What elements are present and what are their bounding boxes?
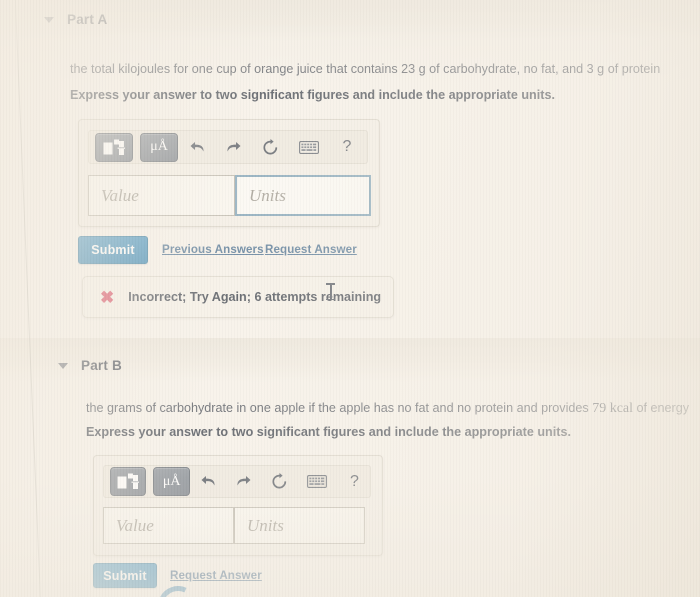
part-b-question-before: the grams of carbohydrate in one apple i… xyxy=(86,401,593,415)
part-a-question: the total kilojoules for one cup of oran… xyxy=(70,62,661,76)
part-b-units-input[interactable]: Units xyxy=(234,507,365,544)
part-a-previous-answers-link[interactable]: Previous Answers xyxy=(162,243,264,256)
part-a-toolbar: μÅ ? xyxy=(88,130,368,164)
part-a-header[interactable]: Part A xyxy=(44,12,107,27)
part-b-request-answer-link[interactable]: Request Answer xyxy=(170,569,262,582)
incorrect-x-icon: ✖ xyxy=(100,287,115,307)
part-a-submit-button[interactable]: Submit xyxy=(78,236,148,264)
undo-icon[interactable] xyxy=(185,135,209,159)
reset-icon[interactable] xyxy=(268,470,291,494)
part-a-units-placeholder: Units xyxy=(249,185,286,205)
part-a-units-input[interactable]: Units xyxy=(235,175,371,216)
help-label: ? xyxy=(342,138,352,155)
homework-screenshot: Part A the total kilojoules for one cup … xyxy=(0,0,700,597)
part-b-question-after: of energy xyxy=(633,401,690,415)
part-b-instruction: Express your answer to two significant f… xyxy=(86,425,571,439)
part-b-question-math: 79 kcal xyxy=(592,401,634,416)
part-b-value-placeholder: Value xyxy=(116,515,154,535)
undo-icon[interactable] xyxy=(197,470,220,494)
units-button[interactable]: μÅ xyxy=(140,132,178,162)
math-template-icon xyxy=(117,473,140,489)
math-template-button[interactable] xyxy=(95,132,133,162)
part-a-submit-label: Submit xyxy=(91,243,135,257)
keyboard-icon[interactable] xyxy=(305,470,330,494)
part-a-feedback-text: Incorrect; Try Again; 6 attempts remaini… xyxy=(128,290,382,304)
units-button-label: μÅ xyxy=(150,139,168,154)
page-edge-line xyxy=(14,0,43,597)
part-a-value-input[interactable]: Value xyxy=(88,175,235,216)
part-a-instruction: Express your answer to two significant f… xyxy=(70,88,555,102)
part-b-submit-button[interactable]: Submit xyxy=(93,563,157,588)
part-b-value-input[interactable]: Value xyxy=(103,507,234,544)
part-b-submit-label: Submit xyxy=(103,568,147,583)
units-button-label: μÅ xyxy=(162,473,181,489)
part-b-field-row: Value Units xyxy=(103,507,365,544)
part-b-question: the grams of carbohydrate in one apple i… xyxy=(86,400,689,419)
redo-icon[interactable] xyxy=(232,470,255,494)
help-icon[interactable]: ? xyxy=(337,135,357,159)
part-a-field-row: Value Units xyxy=(88,175,371,216)
keyboard-icon[interactable] xyxy=(296,135,322,159)
reset-icon[interactable] xyxy=(258,135,282,159)
math-template-button[interactable] xyxy=(110,467,147,496)
caret-down-icon[interactable] xyxy=(58,362,68,369)
help-label: ? xyxy=(349,472,359,490)
units-button[interactable]: μÅ xyxy=(153,467,190,496)
math-template-icon xyxy=(103,139,125,155)
part-a-title: Part A xyxy=(67,12,108,27)
part-b-title: Part B xyxy=(81,358,122,373)
part-a-request-answer-link[interactable]: Request Answer xyxy=(265,243,357,256)
part-a-value-placeholder: Value xyxy=(101,185,139,205)
part-b-toolbar: μÅ ? xyxy=(103,465,371,498)
help-icon[interactable]: ? xyxy=(345,470,364,494)
part-b-header[interactable]: Part B xyxy=(58,358,122,373)
part-b-units-placeholder: Units xyxy=(247,515,284,535)
loading-spinner-icon xyxy=(152,580,204,597)
redo-icon[interactable] xyxy=(221,135,245,159)
caret-down-icon[interactable] xyxy=(44,16,54,23)
part-a-feedback: ✖ Incorrect; Try Again; 6 attempts remai… xyxy=(82,276,394,318)
